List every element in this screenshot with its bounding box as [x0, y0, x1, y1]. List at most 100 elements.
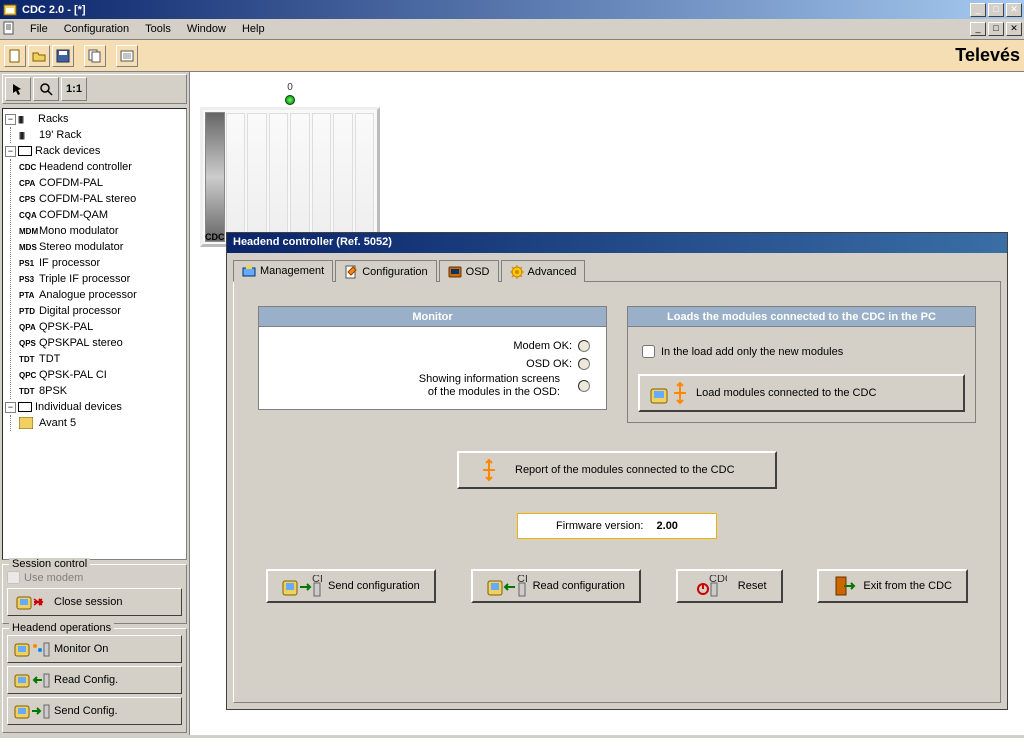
monitor-icon: [14, 639, 50, 659]
mdi-maximize-button[interactable]: □: [988, 22, 1004, 36]
rack-slot-empty[interactable]: [312, 113, 331, 241]
tree-label: Analogue processor: [39, 289, 137, 301]
tree-device-item[interactable]: PS3Triple IF processor: [19, 271, 184, 287]
pointer-tool[interactable]: [5, 77, 31, 101]
modem-status-indicator: [578, 340, 590, 352]
osd-icon: [448, 265, 462, 279]
session-control-panel: Session control Use modem Close session: [2, 564, 187, 624]
tree-device-item[interactable]: TDT8PSK: [19, 383, 184, 399]
exit-cdc-button[interactable]: Exit from the CDC: [817, 569, 968, 603]
device-tree[interactable]: − Racks 19' Rack − Rack devices CDCHeade…: [2, 108, 187, 560]
tree-racks[interactable]: − Racks: [5, 111, 184, 127]
rack-slot-empty[interactable]: [333, 113, 352, 241]
window-buttons-outer: _ □ ✕: [970, 3, 1022, 17]
device-code-icon: MDS: [19, 243, 39, 252]
menu-configuration[interactable]: Configuration: [56, 21, 137, 37]
rack-body[interactable]: CDC: [200, 107, 380, 247]
rack-slot-empty[interactable]: [226, 113, 245, 241]
load-add-only-new-checkbox[interactable]: In the load add only the new modules: [642, 345, 961, 358]
tree-rack-devices[interactable]: − Rack devices: [5, 143, 184, 159]
report-modules-button[interactable]: Report of the modules connected to the C…: [457, 451, 777, 489]
new-button[interactable]: [4, 45, 26, 67]
tree-device-item[interactable]: CDCHeadend controller: [19, 159, 184, 175]
close-button[interactable]: ✕: [1006, 3, 1022, 17]
menu-tools[interactable]: Tools: [137, 21, 179, 37]
tab-configuration[interactable]: Configuration: [335, 260, 436, 282]
collapse-icon[interactable]: −: [5, 146, 16, 157]
tree-rack-19[interactable]: 19' Rack: [19, 127, 184, 143]
firmware-version-box: Firmware version: 2.00: [517, 513, 717, 539]
tree-individual[interactable]: − Individual devices: [5, 399, 184, 415]
rack-slot-empty[interactable]: [247, 113, 266, 241]
fit-tool[interactable]: 1:1: [61, 77, 87, 101]
tab-management[interactable]: Management: [233, 260, 333, 282]
copy-button[interactable]: [84, 45, 106, 67]
zoom-tool[interactable]: [33, 77, 59, 101]
use-modem-checkbox: Use modem: [7, 571, 182, 584]
tree-device-item[interactable]: CQACOFDM-QAM: [19, 207, 184, 223]
load-modules-button[interactable]: Load modules connected to the CDC: [638, 374, 965, 412]
device-code-icon: CPS: [19, 195, 39, 204]
tree-device-item[interactable]: TDTTDT: [19, 351, 184, 367]
read-config-button[interactable]: Read Config.: [7, 666, 182, 694]
close-session-button[interactable]: Close session: [7, 588, 182, 616]
minimize-button[interactable]: _: [970, 3, 986, 17]
send-config-button[interactable]: Send Config.: [7, 697, 182, 725]
loads-section: Loads the modules connected to the CDC i…: [627, 306, 976, 423]
tree-avant[interactable]: Avant 5: [19, 415, 184, 431]
main-toolbar: Televés: [0, 40, 1024, 72]
rack-icon: [19, 131, 39, 140]
monitor-header: Monitor: [258, 306, 607, 326]
tree-label: Racks: [38, 113, 69, 125]
open-button[interactable]: [28, 45, 50, 67]
tree-label: QPSKPAL stereo: [39, 337, 123, 349]
send-icon: [14, 701, 50, 721]
osd-status-indicator: [578, 358, 590, 370]
send-configuration-button[interactable]: CDC Send configuration: [266, 569, 436, 603]
save-button[interactable]: [52, 45, 74, 67]
rack-slot-empty[interactable]: [290, 113, 309, 241]
collapse-icon[interactable]: −: [5, 402, 16, 413]
mdi-minimize-button[interactable]: _: [970, 22, 986, 36]
tree-device-item[interactable]: CPSCOFDM-PAL stereo: [19, 191, 184, 207]
maximize-button[interactable]: □: [988, 3, 1004, 17]
device-code-icon: PTD: [19, 307, 39, 316]
device-code-icon: PS1: [19, 259, 39, 268]
menu-help[interactable]: Help: [234, 21, 273, 37]
device-code-icon: CPA: [19, 179, 39, 188]
use-modem-input: [7, 571, 20, 584]
properties-button[interactable]: [116, 45, 138, 67]
tree-device-item[interactable]: MDMMono modulator: [19, 223, 184, 239]
tree-device-item[interactable]: QPCQPSK-PAL CI: [19, 367, 184, 383]
load-add-only-new-input[interactable]: [642, 345, 655, 358]
tree-label: COFDM-QAM: [39, 209, 108, 221]
tree-device-item[interactable]: PTDDigital processor: [19, 303, 184, 319]
tab-advanced[interactable]: Advanced: [501, 260, 586, 282]
mdi-close-button[interactable]: ✕: [1006, 22, 1022, 36]
menu-file[interactable]: File: [22, 21, 56, 37]
tree-device-item[interactable]: PTAAnalogue processor: [19, 287, 184, 303]
reset-button[interactable]: CDC Reset: [676, 569, 783, 603]
management-icon: [242, 264, 256, 278]
monitor-on-button[interactable]: Monitor On: [7, 635, 182, 663]
menu-window[interactable]: Window: [179, 21, 234, 37]
device-code-icon: QPA: [19, 323, 39, 332]
tree-device-item[interactable]: PS1IF processor: [19, 255, 184, 271]
info-status-row: Showing information screens of the modul…: [269, 373, 596, 399]
rack-module-cdc[interactable]: [205, 112, 225, 242]
firmware-value: 2.00: [657, 520, 678, 532]
read-configuration-button[interactable]: CDC Read configuration: [471, 569, 641, 603]
tree-label: Avant 5: [39, 417, 76, 429]
exit-icon: [833, 573, 857, 599]
tree-device-item[interactable]: CPACOFDM-PAL: [19, 175, 184, 191]
rack-slot-empty[interactable]: [355, 113, 374, 241]
device-group-icon: [18, 402, 32, 412]
tree-device-item[interactable]: QPAQPSK-PAL: [19, 319, 184, 335]
tree-label: Mono modulator: [39, 225, 119, 237]
tab-osd[interactable]: OSD: [439, 260, 499, 282]
tree-device-item[interactable]: MDSStereo modulator: [19, 239, 184, 255]
rack-slot-empty[interactable]: [269, 113, 288, 241]
configuration-icon: [344, 265, 358, 279]
tree-device-item[interactable]: QPSQPSKPAL stereo: [19, 335, 184, 351]
collapse-icon[interactable]: −: [5, 114, 16, 125]
